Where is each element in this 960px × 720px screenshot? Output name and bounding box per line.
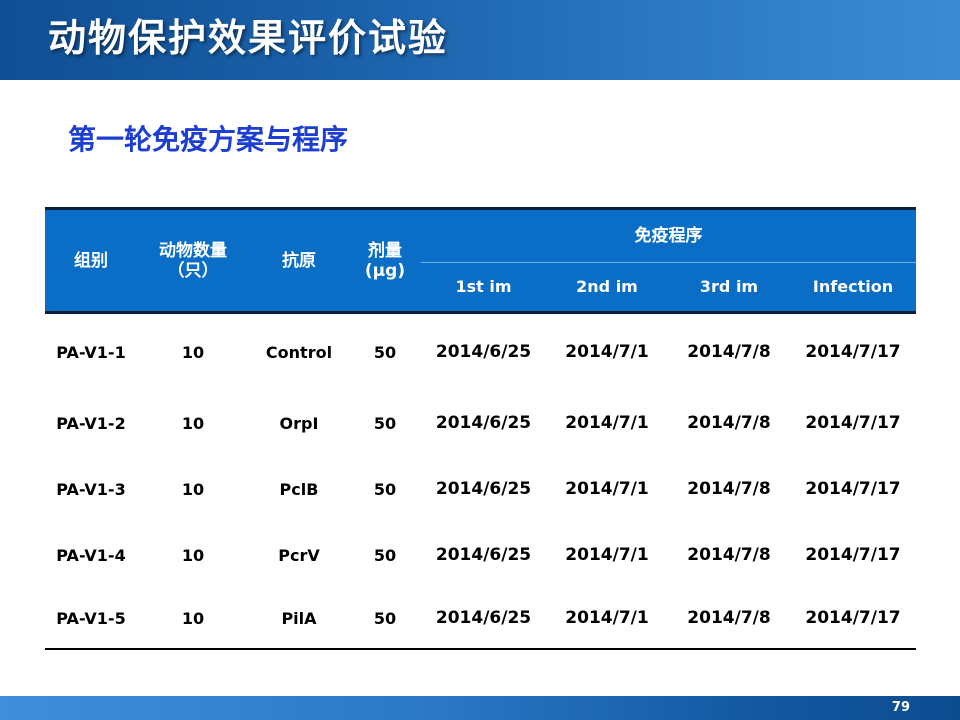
cell-3rd-im: 2014/7/8 [687,342,771,362]
cell-1st-im: 2014/6/25 [435,413,532,433]
schedule-table-container: 组别 动物数量 （只） 抗原 剂量 (μg) 免疫程序 1st im 2nd i… [45,207,916,650]
cell-2nd-im: 2014/7/1 [565,342,649,362]
cell-group: PA-V1-4 [56,545,126,565]
table-row: PA-V1-3 10 PclB 50 2014/6/25 2014/7/1 20… [45,456,916,522]
slide: 动物保护效果评价试验 第一轮免疫方案与程序 组别 动物数量 （只） 抗原 剂量 … [0,0,960,720]
header-2nd-im: 2nd im [546,262,668,313]
cell-infection: 2014/7/17 [805,545,901,565]
header-dose: 剂量 (μg) [349,208,421,313]
cell-dose: 50 [373,545,397,565]
cell-antigen: PclB [279,479,319,499]
cell-1st-im: 2014/6/25 [435,545,532,565]
cell-group: PA-V1-3 [56,479,126,499]
cell-3rd-im: 2014/7/8 [687,479,771,499]
header-animal-count-label: 动物数量 （只） [159,240,227,281]
cell-2nd-im: 2014/7/1 [565,413,649,433]
header-3rd-im: 3rd im [668,262,790,313]
title-bar: 动物保护效果评价试验 [0,0,960,80]
cell-count: 10 [181,413,205,433]
cell-count: 10 [181,545,205,565]
table-row: PA-V1-5 10 PilA 50 2014/6/25 2014/7/1 20… [45,588,916,649]
table-header: 组别 动物数量 （只） 抗原 剂量 (μg) 免疫程序 1st im 2nd i… [45,208,916,313]
cell-2nd-im: 2014/7/1 [565,608,649,628]
header-schedule: 免疫程序 [421,208,916,263]
cell-3rd-im: 2014/7/8 [687,545,771,565]
cell-antigen: PilA [281,608,317,628]
header-group: 组别 [45,208,137,313]
cell-2nd-im: 2014/7/1 [565,545,649,565]
header-dose-label: 剂量 (μg) [364,240,406,281]
cell-1st-im: 2014/6/25 [435,342,532,362]
cell-group: PA-V1-5 [56,608,126,628]
cell-dose: 50 [373,413,397,433]
cell-antigen: PcrV [278,545,320,565]
cell-dose: 50 [373,479,397,499]
cell-1st-im: 2014/6/25 [435,608,532,628]
table-row: PA-V1-4 10 PcrV 50 2014/6/25 2014/7/1 20… [45,522,916,588]
cell-dose: 50 [373,608,397,628]
table-row: PA-V1-1 10 Control 50 2014/6/25 2014/7/1… [45,313,916,391]
cell-antigen: Control [265,342,333,362]
page-number: 79 [891,700,910,715]
cell-count: 10 [181,342,205,362]
immunization-schedule-table: 组别 动物数量 （只） 抗原 剂量 (μg) 免疫程序 1st im 2nd i… [45,207,916,650]
cell-group: PA-V1-2 [56,413,126,433]
table-row: PA-V1-2 10 OrpI 50 2014/6/25 2014/7/1 20… [45,390,916,456]
cell-1st-im: 2014/6/25 [435,479,532,499]
slide-title: 动物保护效果评价试验 [48,16,449,60]
cell-3rd-im: 2014/7/8 [687,608,771,628]
cell-3rd-im: 2014/7/8 [687,413,771,433]
table-body: PA-V1-1 10 Control 50 2014/6/25 2014/7/1… [45,313,916,649]
cell-infection: 2014/7/17 [805,608,901,628]
header-animal-count: 动物数量 （只） [137,208,249,313]
cell-infection: 2014/7/17 [805,479,901,499]
cell-dose: 50 [373,342,397,362]
cell-antigen: OrpI [279,413,319,433]
header-antigen: 抗原 [249,208,349,313]
cell-group: PA-V1-1 [56,342,126,362]
cell-infection: 2014/7/17 [805,342,901,362]
cell-count: 10 [181,479,205,499]
cell-count: 10 [181,608,205,628]
slide-subtitle: 第一轮免疫方案与程序 [68,123,349,156]
footer-bar: 79 [0,696,960,720]
header-1st-im: 1st im [421,262,546,313]
cell-infection: 2014/7/17 [805,413,901,433]
header-infection: Infection [790,262,916,313]
cell-2nd-im: 2014/7/1 [565,479,649,499]
